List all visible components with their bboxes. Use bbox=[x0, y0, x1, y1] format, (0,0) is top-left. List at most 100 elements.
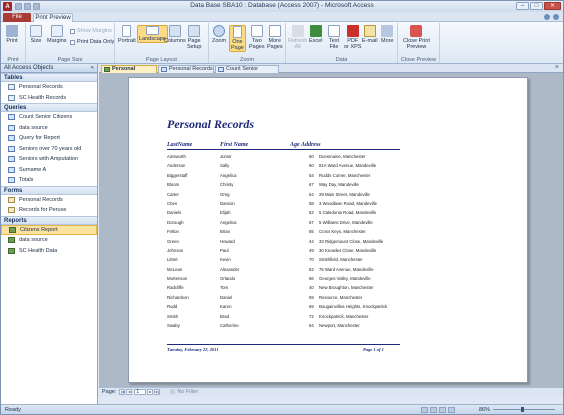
last-name-cell: Green bbox=[167, 238, 179, 244]
report-row: Smith Brad 72 Knockpatrick, Manchester bbox=[167, 313, 400, 322]
nav-item-report[interactable]: Citizens Report bbox=[1, 224, 97, 235]
report-row: Rudd Karen 69 Bougainvillea Heights, Knockp… bbox=[167, 303, 400, 312]
email-button[interactable]: E-mail bbox=[362, 25, 378, 44]
print-data-only-checkbox[interactable]: Print Data Only bbox=[70, 39, 114, 45]
page-size-icon bbox=[30, 25, 42, 37]
email-label: E-mail bbox=[362, 38, 378, 44]
layout-view-icon[interactable] bbox=[439, 407, 446, 413]
nav-item-query[interactable]: Seniors over 70 years old bbox=[1, 144, 97, 155]
refresh-all-button[interactable]: Refresh All bbox=[288, 25, 307, 50]
report-row: Felton Brian 65 Cross Keys, Manchester bbox=[167, 228, 400, 237]
text-file-button[interactable]: Text File bbox=[328, 25, 340, 50]
first-name-cell: Brian bbox=[220, 229, 231, 235]
column-header-firstname: First Name bbox=[220, 142, 249, 148]
zoom-slider-thumb[interactable] bbox=[521, 407, 524, 412]
print-preview-area[interactable]: Personal Records LastName First Name Age… bbox=[99, 73, 563, 387]
nav-section-tables[interactable]: Tables bbox=[1, 73, 97, 82]
last-name-cell: Richardson bbox=[167, 294, 189, 300]
nav-item-label: Personal Records bbox=[19, 196, 63, 203]
nav-item-query[interactable]: Surname A bbox=[1, 165, 97, 176]
help-icon[interactable] bbox=[553, 14, 559, 20]
prev-page-icon[interactable]: ◂ bbox=[126, 389, 133, 395]
close-preview-group-label: Close Preview bbox=[400, 57, 437, 63]
design-view-icon[interactable] bbox=[448, 407, 455, 413]
chevron-down-icon[interactable]: « bbox=[91, 64, 94, 72]
doc-tab-personal-records-report[interactable]: Personal Records bbox=[101, 65, 157, 79]
portrait-button[interactable]: Portrait bbox=[118, 25, 136, 44]
nav-item-query[interactable]: Totals bbox=[1, 175, 97, 186]
zoom-slider[interactable] bbox=[493, 409, 555, 410]
first-name-cell: Angelica bbox=[220, 172, 237, 178]
nav-section-forms[interactable]: Forms bbox=[1, 185, 97, 195]
first-name-cell: Alexander bbox=[220, 266, 240, 272]
print-preview-view-icon[interactable] bbox=[430, 407, 437, 413]
first-name-cell: Paul bbox=[220, 247, 229, 253]
report-rows: Ainsworth Junior 60 Dunsmaine, Manchester An… bbox=[167, 153, 400, 331]
excel-label: Excel bbox=[309, 38, 323, 44]
zoom-level[interactable]: 86% bbox=[479, 407, 490, 413]
nav-item-query[interactable]: Count Senior Citizens bbox=[1, 112, 97, 123]
nav-item-report[interactable]: SC Health Data bbox=[1, 246, 97, 257]
last-name-cell: Felton bbox=[167, 229, 179, 235]
query-icon bbox=[8, 156, 15, 163]
nav-item-form[interactable]: Records for Peruse bbox=[1, 205, 97, 216]
nav-item-form[interactable]: Personal Records bbox=[1, 195, 97, 206]
age-cell: 67 bbox=[309, 182, 314, 188]
table-icon bbox=[8, 94, 15, 101]
print-button[interactable]: Print bbox=[6, 25, 18, 44]
nav-header[interactable]: All Access Objects « bbox=[1, 64, 97, 73]
nav-item-table[interactable]: Personal Records bbox=[1, 82, 97, 93]
nav-item-query[interactable]: Query for Report bbox=[1, 133, 97, 144]
nav-item-query[interactable]: Seniors with Amputation bbox=[1, 154, 97, 165]
minimize-ribbon-icon[interactable] bbox=[544, 14, 550, 20]
nav-section-reports[interactable]: Reports bbox=[1, 215, 97, 225]
report-row: Carter Greg 64 29 Main Street, Mandeville bbox=[167, 191, 400, 200]
age-cell: 64 bbox=[309, 323, 314, 329]
close-document-icon[interactable]: × bbox=[555, 64, 559, 71]
first-page-icon[interactable]: |◂ bbox=[119, 389, 126, 395]
nav-item-table[interactable]: SC Health Records bbox=[1, 93, 97, 104]
filter-indicator[interactable]: No Filter bbox=[170, 389, 198, 395]
margins-button[interactable]: Margins bbox=[47, 25, 67, 44]
status-text: Ready bbox=[5, 407, 21, 413]
more-pages-icon bbox=[268, 25, 281, 37]
query-icon bbox=[8, 124, 15, 131]
two-pages-button[interactable]: Two Pages bbox=[249, 25, 265, 50]
excel-button[interactable]: Excel bbox=[309, 25, 322, 44]
close-button[interactable]: ✕ bbox=[544, 2, 561, 10]
page-number-input[interactable]: 1 bbox=[134, 389, 147, 395]
nav-item-query[interactable]: data source bbox=[1, 123, 97, 134]
maximize-button[interactable]: □ bbox=[530, 2, 543, 10]
first-name-cell: Angelica bbox=[220, 219, 237, 225]
first-name-cell: Kevin bbox=[220, 257, 231, 263]
doc-tab-personal-records[interactable]: Personal Records bbox=[158, 65, 214, 73]
report-icon bbox=[8, 247, 15, 254]
one-page-button[interactable]: One Page bbox=[229, 25, 246, 52]
more-export-button[interactable]: More bbox=[381, 25, 394, 44]
columns-button[interactable]: Columns bbox=[164, 25, 186, 44]
size-button[interactable]: Size bbox=[30, 25, 42, 44]
print-data-only-label: Print Data Only bbox=[77, 39, 115, 45]
page-setup-button[interactable]: Page Setup bbox=[187, 25, 201, 50]
more-pages-button[interactable]: More Pages bbox=[267, 25, 283, 50]
address-cell: 3 Woodlawn Road, Mandeville bbox=[319, 200, 377, 206]
show-margins-label: Show Margins bbox=[77, 28, 112, 34]
window-title: Data Base SBA10 : Database (Access 2007)… bbox=[190, 2, 374, 9]
report-view-icon[interactable] bbox=[421, 407, 428, 413]
nav-item-report[interactable]: data source bbox=[1, 235, 97, 246]
first-name-cell: Damion bbox=[220, 200, 235, 206]
file-tab[interactable]: File bbox=[3, 13, 31, 22]
last-page-icon[interactable]: ▸| bbox=[154, 389, 161, 395]
zoom-button[interactable]: Zoom bbox=[212, 25, 226, 44]
checkbox-icon bbox=[70, 39, 75, 45]
minimize-button[interactable]: – bbox=[516, 2, 529, 10]
show-margins-checkbox[interactable]: Show Margins bbox=[70, 28, 112, 34]
doc-tab-count-senior-citizens[interactable]: Count Senior Citizens bbox=[215, 65, 279, 79]
nav-section-queries[interactable]: Queries bbox=[1, 103, 97, 112]
pdf-xps-button[interactable]: PDF or XPS bbox=[344, 25, 361, 50]
report-row: Mortenson Orlando 56 Georges Valley, Mandev… bbox=[167, 275, 400, 284]
report-row: Dorough Angelica 67 5 Williams Drive, Mande… bbox=[167, 219, 400, 228]
next-page-icon[interactable]: ▸ bbox=[147, 389, 154, 395]
close-print-preview-button[interactable]: Close Print Preview bbox=[403, 25, 430, 50]
first-name-cell: Christy bbox=[220, 182, 234, 188]
